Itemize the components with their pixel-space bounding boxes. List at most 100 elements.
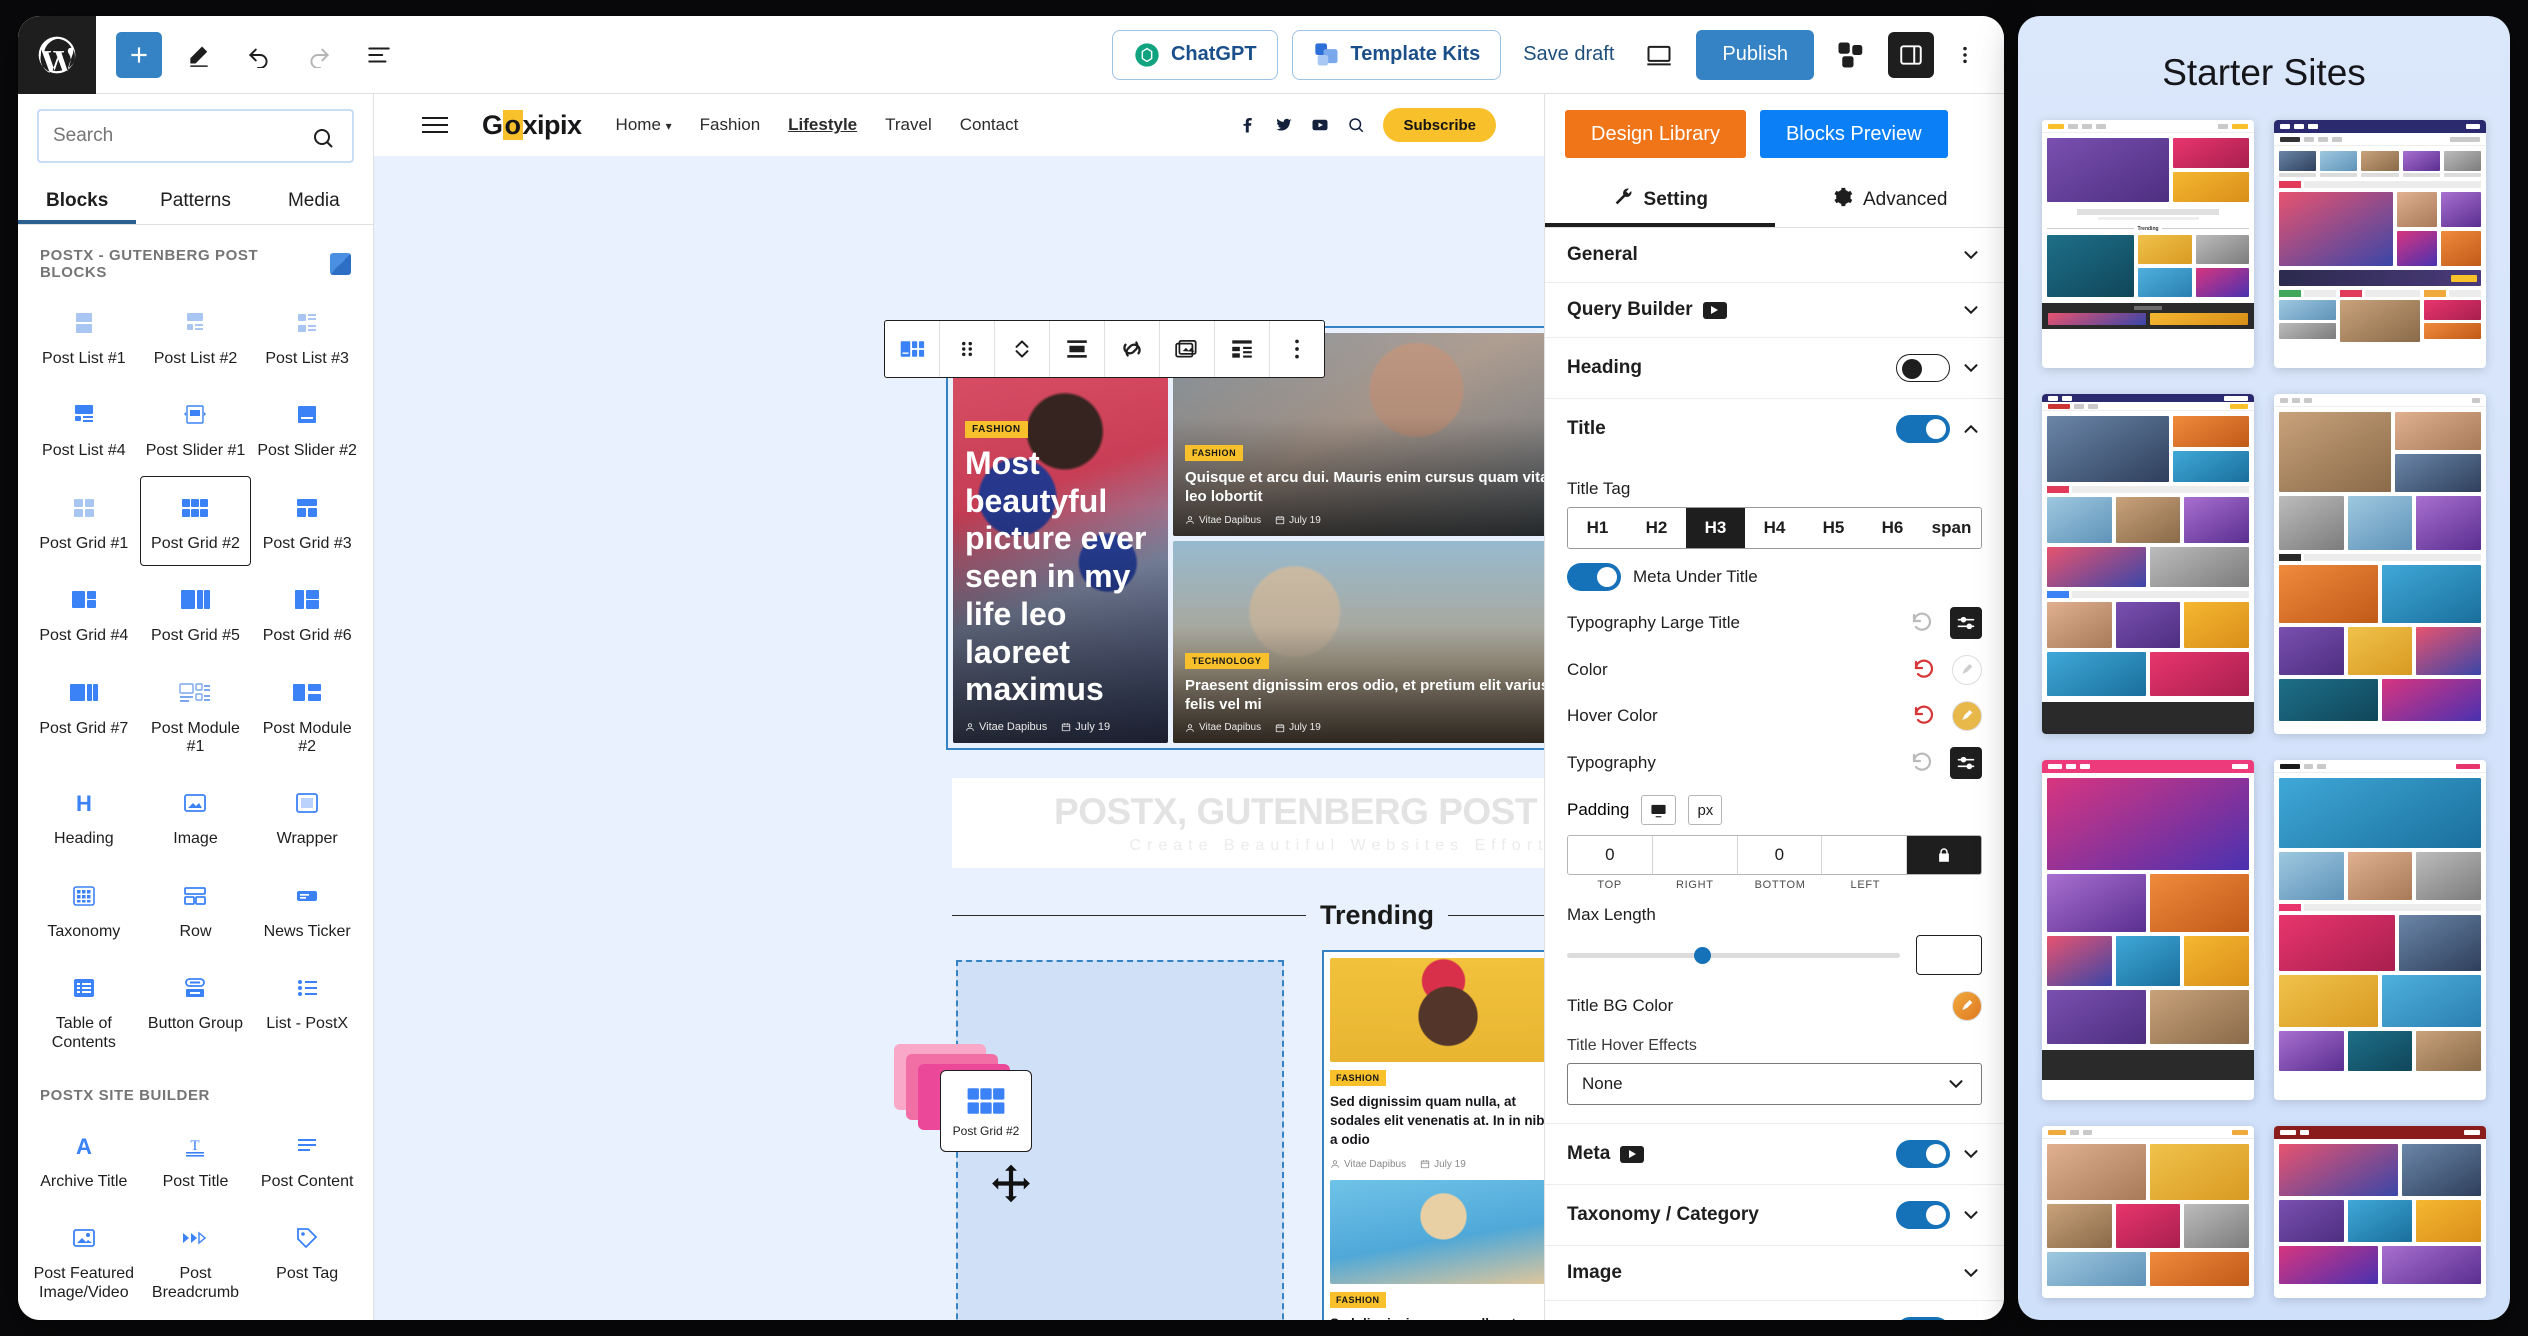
tab-blocks[interactable]: Blocks xyxy=(18,176,136,224)
section-heading[interactable]: Heading xyxy=(1545,338,2004,399)
tab-patterns[interactable]: Patterns xyxy=(136,176,254,224)
blocks-icon[interactable] xyxy=(1828,32,1874,78)
taxonomy-toggle[interactable] xyxy=(1896,1201,1950,1229)
title-tag-h2[interactable]: H2 xyxy=(1627,508,1686,548)
block-table-of-contents[interactable]: Table of Contents xyxy=(28,956,140,1065)
publish-button[interactable]: Publish xyxy=(1696,29,1814,80)
block-post-module-2[interactable]: Post Module #2 xyxy=(251,661,363,770)
max-length-input[interactable] xyxy=(1916,935,1982,975)
block-post-title[interactable]: T Post Title xyxy=(140,1114,252,1204)
block-row[interactable]: Row xyxy=(140,864,252,954)
block-post-grid-1[interactable]: Post Grid #1 xyxy=(28,476,140,566)
meta-toggle[interactable] xyxy=(1896,1140,1950,1168)
nav-item-fashion[interactable]: Fashion xyxy=(700,115,760,135)
vertical-dots-icon[interactable] xyxy=(1270,321,1324,377)
block-image[interactable]: Image xyxy=(140,771,252,861)
typography-settings-button[interactable] xyxy=(1950,607,1982,639)
section-query-builder[interactable]: Query Builder xyxy=(1545,283,2004,338)
block-post-grid-4[interactable]: Post Grid #4 xyxy=(28,568,140,658)
starter-site-card[interactable] xyxy=(2274,120,2486,368)
max-length-slider[interactable] xyxy=(1567,946,1900,964)
padding-right-input[interactable] xyxy=(1652,836,1738,874)
chevron-down-icon[interactable] xyxy=(1960,1204,1982,1226)
video-help-icon[interactable] xyxy=(1620,1145,1645,1163)
plus-icon[interactable] xyxy=(116,31,162,78)
padding-unit-button[interactable]: px xyxy=(1688,795,1723,825)
blocks-preview-button[interactable]: Blocks Preview xyxy=(1759,110,1948,158)
subscribe-button[interactable]: Subscribe xyxy=(1383,108,1496,142)
search-icon[interactable] xyxy=(311,126,335,150)
title-tag-h5[interactable]: H5 xyxy=(1804,508,1863,548)
block-post-grid-3[interactable]: Post Grid #3 xyxy=(251,476,363,566)
trending-card[interactable]: FASHION Sed dignissim quam nulla, at sod… xyxy=(1330,1179,1544,1320)
title-tag-h6[interactable]: H6 xyxy=(1863,508,1922,548)
reset-icon[interactable] xyxy=(1912,704,1936,728)
gallery-icon[interactable] xyxy=(1160,321,1215,377)
facebook-icon[interactable] xyxy=(1239,116,1257,134)
block-post-featured-image[interactable]: Post Featured Image/Video xyxy=(28,1206,140,1301)
block-post-module-1[interactable]: Post Module #1 xyxy=(140,661,252,770)
chatgpt-button[interactable]: ChatGPT xyxy=(1111,29,1278,80)
reset-icon[interactable] xyxy=(1910,751,1934,775)
post-card[interactable]: TECHNOLOGY Praesent dignissim eros odio,… xyxy=(1173,540,1544,743)
block-post-breadcrumb[interactable]: Post Breadcrumb xyxy=(140,1206,252,1301)
chevron-up-icon[interactable] xyxy=(1960,418,1982,440)
move-up-down-icon[interactable] xyxy=(995,321,1050,377)
typography-settings-button[interactable] xyxy=(1950,747,1982,779)
twitter-icon[interactable] xyxy=(1275,116,1293,134)
reset-icon[interactable] xyxy=(1910,611,1934,635)
title-tag-span[interactable]: span xyxy=(1922,508,1981,548)
block-heading[interactable]: H Heading xyxy=(28,771,140,861)
meta-under-title-toggle[interactable] xyxy=(1567,563,1621,591)
chevron-down-icon[interactable] xyxy=(1960,299,1982,321)
block-post-grid-6[interactable]: Post Grid #6 xyxy=(251,568,363,658)
title-hover-effects-select[interactable]: None xyxy=(1567,1063,1982,1105)
title-tag-h3[interactable]: H3 xyxy=(1686,508,1745,548)
link-icon[interactable] xyxy=(1105,321,1160,377)
block-post-slider-2[interactable]: Post Slider #2 xyxy=(251,383,363,473)
heading-toggle[interactable] xyxy=(1896,354,1950,382)
padding-bottom-input[interactable]: 0 xyxy=(1737,836,1823,874)
redo-icon[interactable] xyxy=(296,32,342,78)
layout-icon[interactable] xyxy=(1215,321,1270,377)
section-meta[interactable]: Meta xyxy=(1545,1124,2004,1185)
chevron-down-icon[interactable] xyxy=(1960,1143,1982,1165)
hover-color-swatch[interactable] xyxy=(1952,701,1982,731)
starter-site-card[interactable] xyxy=(2042,394,2254,734)
tab-media[interactable]: Media xyxy=(255,176,373,224)
block-post-grid-2[interactable]: Post Grid #2 xyxy=(139,475,252,567)
chevron-down-icon[interactable] xyxy=(1960,1262,1982,1284)
section-taxonomy-category[interactable]: Taxonomy / Category xyxy=(1545,1185,2004,1246)
nav-item-lifestyle[interactable]: Lifestyle xyxy=(788,115,857,135)
block-settings-panel[interactable]: Design Library Blocks Preview Setting Ad… xyxy=(1544,94,2004,1320)
section-video[interactable]: Video xyxy=(1545,1301,2004,1320)
block-post-grid-7[interactable]: Post Grid #7 xyxy=(28,661,140,770)
chevron-down-icon[interactable] xyxy=(1960,244,1982,266)
block-post-list-2[interactable]: Post List #2 xyxy=(140,291,252,381)
block-post-list-4[interactable]: Post List #4 xyxy=(28,383,140,473)
undo-icon[interactable] xyxy=(236,32,282,78)
starter-site-card[interactable] xyxy=(2042,1126,2254,1298)
padding-top-input[interactable]: 0 xyxy=(1568,836,1653,874)
search-input[interactable] xyxy=(37,109,354,163)
starter-site-card[interactable] xyxy=(2274,394,2486,734)
block-list-postx[interactable]: List - PostX xyxy=(251,956,363,1065)
block-post-content[interactable]: Post Content xyxy=(251,1114,363,1204)
post-grid-2-block-icon[interactable] xyxy=(885,321,940,377)
save-draft-button[interactable]: Save draft xyxy=(1515,43,1622,66)
block-button-group[interactable]: Button Group xyxy=(140,956,252,1065)
block-wrapper[interactable]: Wrapper xyxy=(251,771,363,861)
starter-site-card[interactable] xyxy=(2274,760,2486,1100)
design-library-button[interactable]: Design Library xyxy=(1565,110,1746,158)
trending-card[interactable]: FASHION Sed dignissim quam nulla, at sod… xyxy=(1330,958,1544,1170)
video-toggle[interactable] xyxy=(1896,1317,1950,1320)
block-post-list-1[interactable]: Post List #1 xyxy=(28,291,140,381)
title-tag-h4[interactable]: H4 xyxy=(1745,508,1804,548)
chevron-down-icon[interactable] xyxy=(1960,357,1982,379)
drag-handle-icon[interactable] xyxy=(940,321,995,377)
block-taxonomy[interactable]: Taxonomy xyxy=(28,864,140,954)
desktop-icon[interactable] xyxy=(1641,795,1677,825)
site-logo[interactable]: Goxipix xyxy=(482,109,582,141)
starter-site-card[interactable] xyxy=(2042,760,2254,1100)
reset-icon[interactable] xyxy=(1912,658,1936,682)
